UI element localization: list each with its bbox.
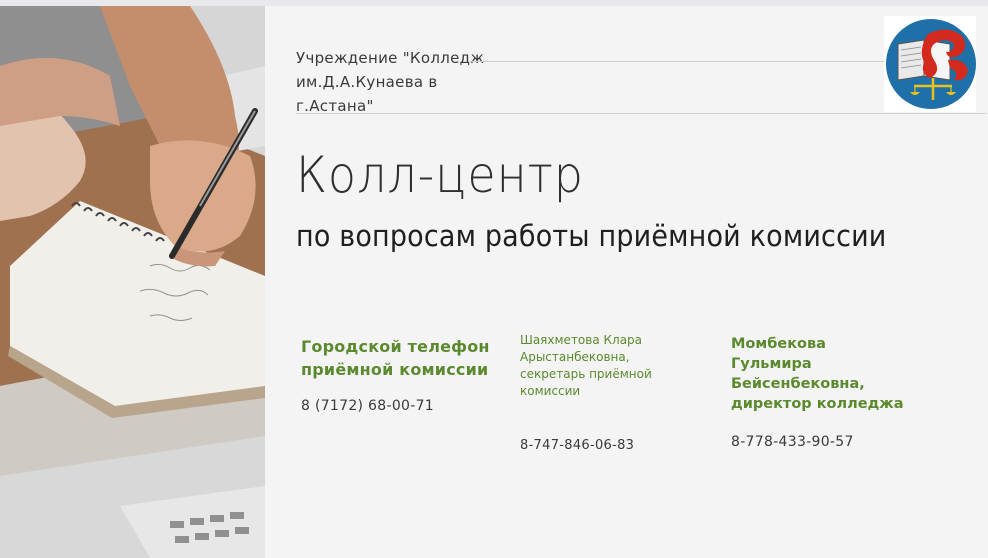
college-emblem-logo bbox=[884, 16, 976, 112]
contact-director: Момбекова Гульмира Бейсенбековна, директ… bbox=[731, 334, 911, 414]
contact-secretary: Шаяхметова Клара Арыстанбековна, секрета… bbox=[520, 332, 660, 400]
contact-heading: Городской телефон приёмной комиссии bbox=[301, 337, 490, 379]
contact-heading: Шаяхметова Клара Арыстанбековна, секрета… bbox=[520, 333, 652, 398]
contact-phone: 8 (7172) 68-00-71 bbox=[301, 398, 435, 414]
contact-heading: Момбекова Гульмира Бейсенбековна, директ… bbox=[731, 336, 904, 412]
contact-city-phone: Городской телефон приёмной комиссии bbox=[301, 335, 496, 381]
institution-name: Учреждение "Колледж им.Д.А.Кунаева в г.А… bbox=[296, 49, 485, 115]
contact-phone: 8-778-433-90-57 bbox=[731, 434, 854, 450]
contact-phone: 8-747-846-06-83 bbox=[520, 438, 635, 453]
hand-writing-in-notebook-photo bbox=[0, 6, 265, 558]
header-divider-bottom bbox=[296, 113, 986, 114]
page-subtitle: по вопросам работы приёмной комиссии bbox=[296, 219, 887, 253]
slide: Учреждение "Колледж им.Д.А.Кунаева в г.А… bbox=[0, 6, 988, 558]
header-divider-top bbox=[470, 61, 884, 62]
page-title: Колл-центр bbox=[296, 146, 584, 204]
